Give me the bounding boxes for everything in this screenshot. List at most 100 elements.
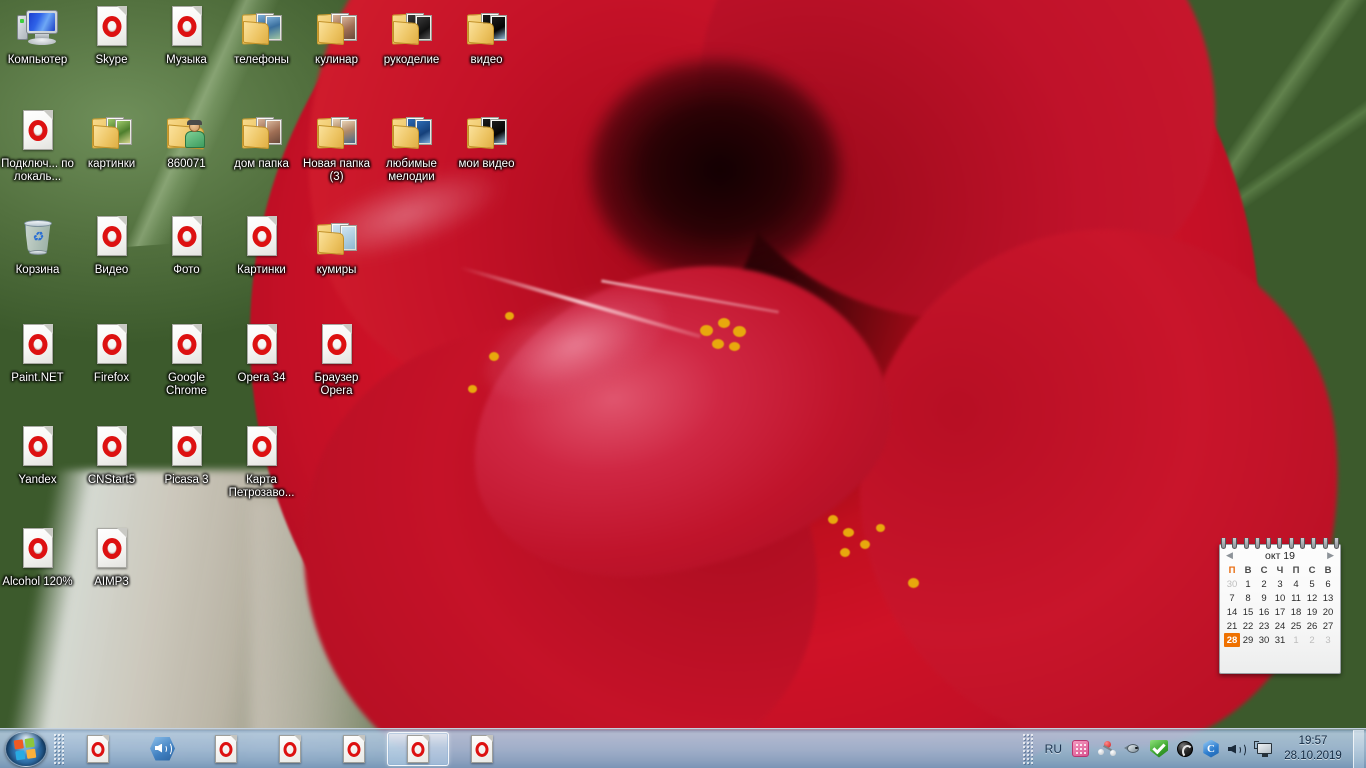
calendar-day[interactable]: 25 [1288,619,1304,633]
calendar-day[interactable]: 3 [1320,633,1336,647]
blue-hexagon-c-icon[interactable] [1200,738,1222,760]
calendar-day[interactable]: 24 [1272,619,1288,633]
taskbar-button[interactable] [259,732,321,766]
calendar-weekday: С [1260,565,1268,576]
desktop-icon[interactable]: Картинки [224,214,299,277]
calendar-day[interactable]: 12 [1304,591,1320,605]
calendar-day[interactable]: 30 [1224,577,1240,591]
tray-drag-handle[interactable] [1021,732,1033,765]
desktop-icon[interactable]: телефоны [224,4,299,67]
calendar-day[interactable]: 19 [1304,605,1320,619]
calendar-day[interactable]: 5 [1304,577,1320,591]
desktop-icon[interactable]: AIMP3 [74,526,149,589]
calendar-day[interactable]: 22 [1240,619,1256,633]
calendar-day[interactable]: 2 [1256,577,1272,591]
desktop-icon[interactable]: Новая папка (3) [299,108,374,183]
calendar-day[interactable]: 10 [1272,591,1288,605]
calendar-day[interactable]: 15 [1240,605,1256,619]
calendar-day-today[interactable]: 28 [1224,633,1240,647]
calendar-day[interactable]: 8 [1240,591,1256,605]
calendar-day[interactable]: 14 [1224,605,1240,619]
calendar-day[interactable]: 18 [1288,605,1304,619]
taskbar-button[interactable] [323,732,385,766]
start-button[interactable] [2,730,50,768]
calendar-day[interactable]: 26 [1304,619,1320,633]
desktop-icon[interactable]: Браузер Opera [299,322,374,397]
calendar-day[interactable]: 20 [1320,605,1336,619]
toolbar-drag-handle[interactable] [53,732,64,765]
desktop-icon[interactable]: любимые мелодии [374,108,449,183]
molecule-icon[interactable] [1096,738,1118,760]
calendar-day[interactable]: 30 [1256,633,1272,647]
grid-icon[interactable] [1070,738,1092,760]
calendar-next-month-button[interactable]: ▶ [1327,550,1334,561]
taskbar-button[interactable] [195,732,257,766]
calendar-day[interactable]: 4 [1288,577,1304,591]
calendar-day[interactable]: 31 [1272,633,1288,647]
desktop[interactable]: Компьютер Skype Музыка телефоны кулинар рукод… [0,0,1366,768]
fish-icon[interactable] [1122,738,1144,760]
show-desktop-button[interactable] [1353,729,1364,768]
calendar-day[interactable]: 29 [1240,633,1256,647]
green-check-shield-icon[interactable] [1148,738,1170,760]
desktop-icon[interactable]: Музыка [149,4,224,67]
desktop-icon[interactable]: Paint.NET [0,322,75,385]
desktop-icon[interactable]: кулинар [299,4,374,67]
calendar-day[interactable]: 16 [1256,605,1272,619]
calendar-gadget[interactable]: ◀ окт 19 ▶ ПВСЧПСВ 30 1 2 3 4 5 6 7 8 9 10 11 12 13 14… [1218,538,1342,674]
network-icon[interactable] [1252,738,1274,760]
taskbar[interactable]: RU 19:57 28.10.2019 [0,728,1366,768]
system-tray[interactable]: RU 19:57 28.10.2019 [1019,729,1366,768]
desktop-icon[interactable]: Фото [149,214,224,277]
calendar-day[interactable]: 1 [1240,577,1256,591]
taskbar-button[interactable] [131,732,193,766]
desktop-icon[interactable]: кумиры [299,214,374,277]
calendar-day[interactable]: 17 [1272,605,1288,619]
desktop-icon-glyph [388,4,436,52]
taskbar-button-list[interactable] [67,730,1019,768]
calendar-grid[interactable]: ПВСЧПСВ 30 1 2 3 4 5 6 7 8 9 10 11 12 13 14 15 16 17 18 19 2… [1224,564,1336,647]
desktop-icon[interactable]: мои видео [449,108,524,171]
desktop-icon[interactable]: Alcohol 120% [0,526,75,589]
calendar-day[interactable]: 21 [1224,619,1240,633]
desktop-icon[interactable]: 860071 [149,108,224,171]
volume-icon[interactable] [1226,738,1248,760]
calendar-prev-month-button[interactable]: ◀ [1226,550,1233,561]
desktop-icon[interactable]: Подключ... по локаль... [0,108,75,183]
calendar-day[interactable]: 3 [1272,577,1288,591]
calendar-day[interactable]: 9 [1256,591,1272,605]
clock[interactable]: 19:57 28.10.2019 [1276,734,1350,764]
calendar-body[interactable]: ◀ окт 19 ▶ ПВСЧПСВ 30 1 2 3 4 5 6 7 8 9 10 11 12 13 14… [1219,544,1341,674]
desktop-icon[interactable]: Skype [74,4,149,67]
desktop-icon[interactable]: Picasa 3 [149,424,224,487]
calendar-day[interactable]: 11 [1288,591,1304,605]
desktop-icon[interactable]: Компьютер [0,4,75,67]
desktop-icon[interactable]: Видео [74,214,149,277]
taskbar-button[interactable] [451,732,513,766]
desktop-icon[interactable]: дом папка [224,108,299,171]
language-indicator[interactable]: RU [1039,740,1068,758]
desktop-icon[interactable]: Firefox [74,322,149,385]
desktop-icon[interactable]: видео [449,4,524,67]
taskbar-button-active[interactable] [387,731,449,766]
desktop-icon[interactable]: CNStart5 [74,424,149,487]
folder-icon [391,12,432,46]
desktop-icon[interactable]: Карта Петрозаво... [224,424,299,499]
calendar-day[interactable]: 6 [1320,577,1336,591]
calendar-day[interactable]: 13 [1320,591,1336,605]
calendar-weekday: П [1228,565,1236,576]
desktop-icon[interactable]: Yandex [0,424,75,487]
dark-ball-icon[interactable] [1174,738,1196,760]
desktop-icon[interactable]: ♻ Корзина [0,214,75,277]
calendar-day[interactable]: 23 [1256,619,1272,633]
desktop-icon[interactable]: картинки [74,108,149,171]
calendar-weeks[interactable]: 30 1 2 3 4 5 6 7 8 9 10 11 12 13 14 15 16 17 18 19 20 21 22 23 2… [1224,577,1336,647]
taskbar-button[interactable] [67,732,129,766]
calendar-day[interactable]: 7 [1224,591,1240,605]
desktop-icon[interactable]: Google Chrome [149,322,224,397]
calendar-day[interactable]: 27 [1320,619,1336,633]
calendar-day[interactable]: 2 [1304,633,1320,647]
calendar-day[interactable]: 1 [1288,633,1304,647]
desktop-icon[interactable]: рукоделие [374,4,449,67]
desktop-icon[interactable]: Opera 34 [224,322,299,385]
